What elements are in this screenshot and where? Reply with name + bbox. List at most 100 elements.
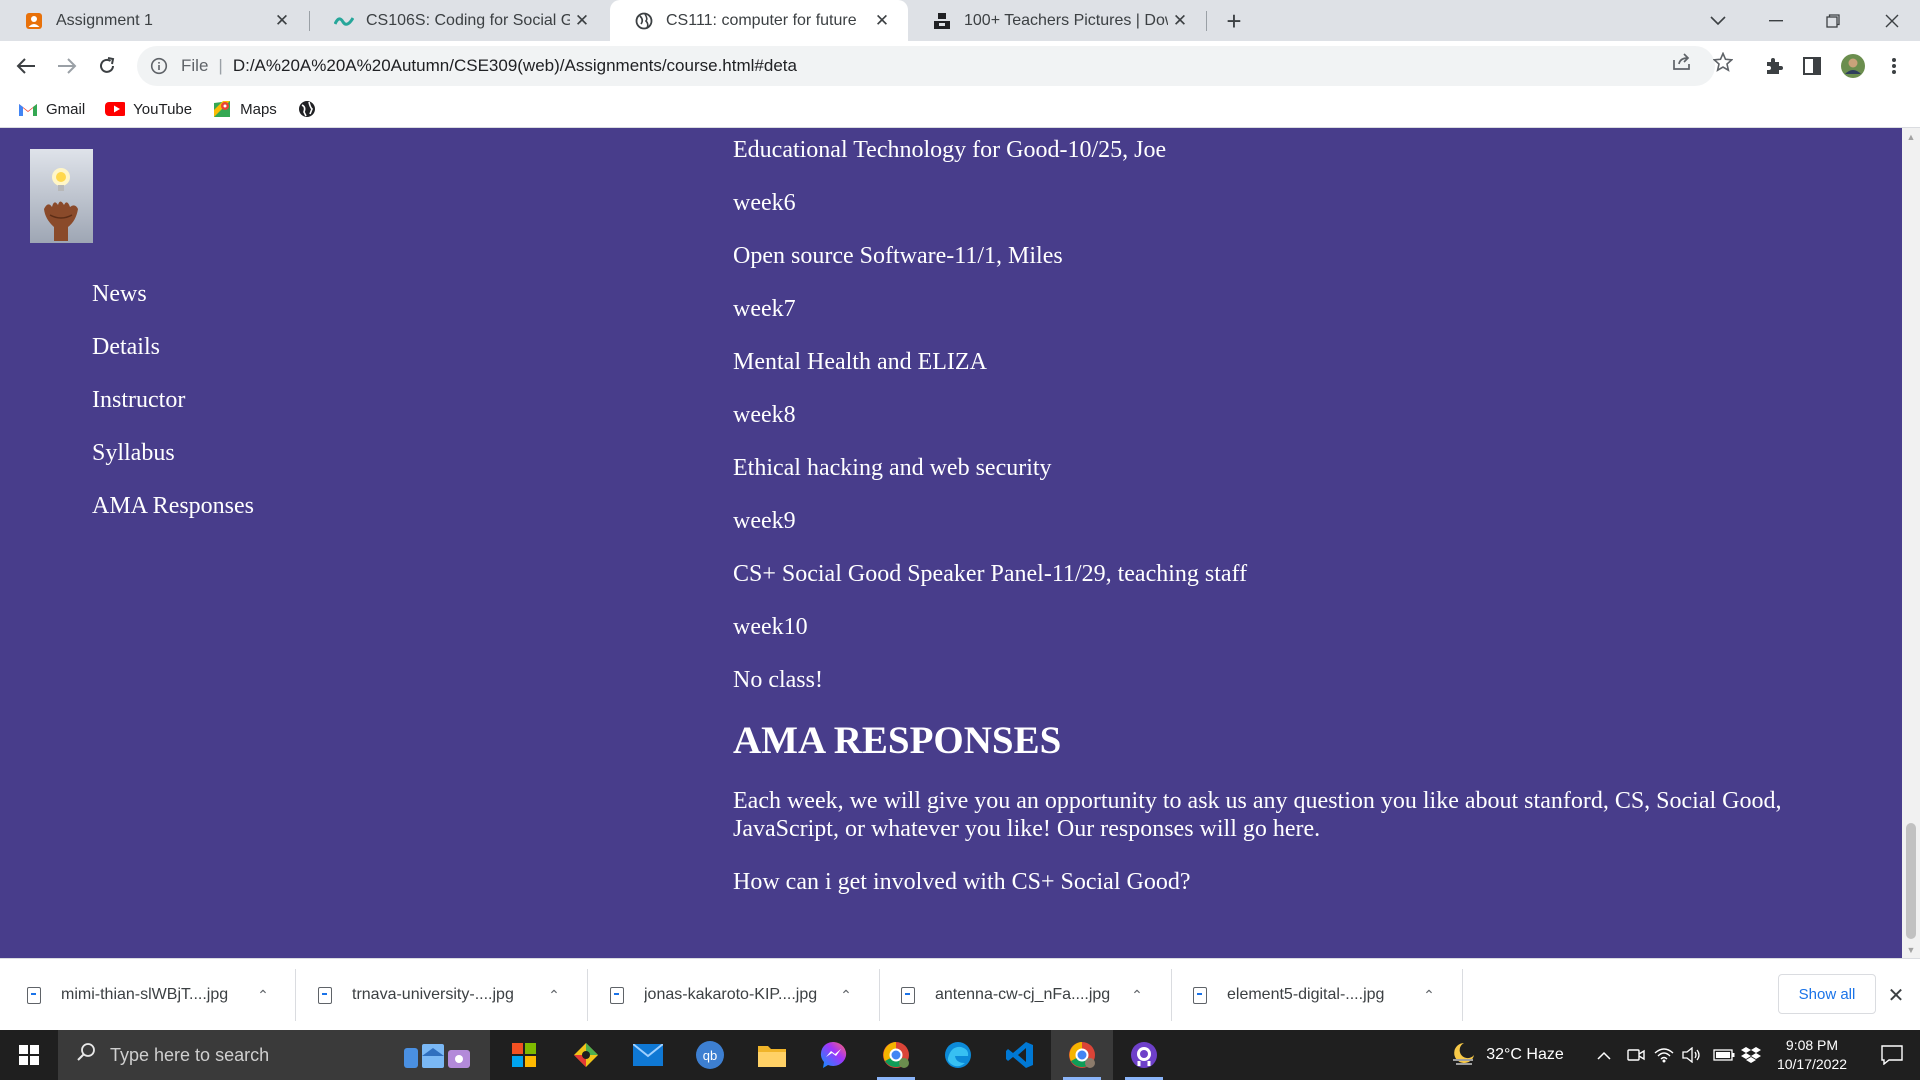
bookmarks-bar: Gmail YouTube Maps [0,91,1920,128]
dropbox-icon[interactable] [1738,1030,1764,1080]
svg-text:qb: qb [703,1048,717,1063]
close-icon[interactable]: ✕ [870,9,894,33]
download-filename: trnava-university-....jpg [352,986,514,1003]
kebab-menu-icon[interactable] [1881,53,1907,79]
download-divider [879,969,880,1021]
weather-widget[interactable]: 32°C Haze [1442,1030,1572,1080]
side-navigation: News Details Instructor Syllabus AMA Res… [92,280,254,545]
file-explorer-icon[interactable] [741,1030,803,1080]
vscode-icon[interactable] [989,1030,1051,1080]
download-item[interactable]: jonas-kakaroto-KIP....jpg ⌃ [610,959,858,1031]
chevron-up-icon[interactable]: ⌃ [251,987,275,1004]
download-item[interactable]: mimi-thian-slWBjT....jpg ⌃ [27,959,275,1031]
bookmark-maps[interactable]: Maps [212,99,277,119]
new-tab-button[interactable]: + [1220,6,1248,36]
scroll-up-arrow-icon[interactable]: ▲ [1902,128,1920,145]
chevron-up-icon[interactable]: ⌃ [1125,987,1149,1004]
side-panel-icon[interactable] [1799,53,1825,79]
browser-toolbar: File | D:/A%20A%20A%20Autumn/CSE309(web)… [0,41,1920,91]
speaker-icon[interactable] [1678,1030,1706,1080]
download-divider [587,969,588,1021]
taskbar-search-box[interactable]: Type here to search [58,1030,490,1080]
chevron-up-icon[interactable]: ⌃ [542,987,566,1004]
tab-cs106s[interactable]: CS106S: Coding for Social Good ✕ [310,0,608,41]
main-content: Educational Technology for Good-10/25, J… [733,136,1813,921]
system-clock[interactable]: 9:08 PM 10/17/2022 [1762,1036,1862,1074]
qbittorrent-icon[interactable]: qb [679,1030,741,1080]
reload-button[interactable] [91,50,123,82]
battery-icon[interactable] [1710,1030,1738,1080]
bookmark-globe[interactable] [297,99,325,119]
github-desktop-icon[interactable] [1113,1030,1175,1080]
bookmark-gmail[interactable]: Gmail [18,99,85,119]
nav-link-instructor[interactable]: Instructor [92,386,254,439]
meet-now-icon[interactable] [1622,1030,1650,1080]
chrome-profile-icon[interactable] [865,1030,927,1080]
tab-strip: Assignment 1 ✕ CS106S: Coding for Social… [0,0,1920,41]
tab-assignment-1[interactable]: Assignment 1 ✕ [0,0,308,41]
restore-button[interactable] [1807,0,1859,41]
tab-title: Assignment 1 [56,11,153,29]
notification-center-icon[interactable] [1864,1030,1920,1080]
back-button[interactable] [10,50,42,82]
download-item[interactable]: trnava-university-....jpg ⌃ [318,959,566,1031]
close-icon[interactable]: ✕ [1168,9,1192,33]
bookmark-youtube[interactable]: YouTube [105,99,192,119]
clock-time: 9:08 PM [1785,1037,1839,1053]
address-bar[interactable]: File | D:/A%20A%20A%20Autumn/CSE309(web)… [137,46,1715,86]
close-icon[interactable]: ✕ [1883,982,1909,1008]
tab-title: CS111: computer for future [666,11,857,29]
tab-title: CS106S: Coding for Social Good [366,11,570,29]
image-file-icon [901,986,915,1004]
bookmark-label: YouTube [133,100,193,118]
nav-link-news[interactable]: News [92,280,254,333]
nav-link-ama-responses[interactable]: AMA Responses [92,492,254,545]
bookmark-star-icon[interactable] [1711,50,1735,74]
close-window-button[interactable] [1866,0,1918,41]
scrollbar-thumb[interactable] [1906,823,1916,939]
wifi-icon[interactable] [1650,1030,1678,1080]
close-icon[interactable]: ✕ [570,9,594,33]
orange-app-icon [24,11,44,31]
git-icon[interactable] [555,1030,617,1080]
syllabus-week-label: week6 [733,190,796,216]
profile-avatar[interactable] [1840,53,1866,79]
microsoft-store-icon[interactable] [493,1030,555,1080]
unsplash-icon [932,11,952,31]
nav-link-details[interactable]: Details [92,333,254,386]
extensions-icon[interactable] [1761,53,1787,79]
globe-icon [297,99,317,119]
edge-icon[interactable] [927,1030,989,1080]
clock-date: 10/17/2022 [1776,1056,1848,1072]
minimize-button[interactable] [1750,0,1802,41]
forward-button[interactable] [51,50,83,82]
show-all-downloads-button[interactable]: Show all [1778,974,1876,1014]
chevron-up-icon[interactable]: ⌃ [834,987,858,1004]
windows-start-icon[interactable] [0,1030,58,1080]
bookmark-label: Maps [240,100,277,118]
tab-cs111[interactable]: CS111: computer for future ✕ [610,0,908,41]
chrome-icon[interactable] [1051,1030,1113,1080]
messenger-icon[interactable] [803,1030,865,1080]
page-scrollbar[interactable]: ▲ ▼ [1902,128,1920,958]
chevron-up-icon[interactable]: ⌃ [1417,987,1441,1004]
widgets-icon[interactable] [398,1038,478,1072]
download-divider [295,969,296,1021]
tab-teachers-pictures[interactable]: 100+ Teachers Pictures | Downlo ✕ [908,0,1206,41]
image-file-icon [27,986,41,1004]
nav-link-syllabus[interactable]: Syllabus [92,439,254,492]
info-icon[interactable] [149,56,169,76]
url-scheme: File [181,56,209,75]
share-icon[interactable] [1670,50,1694,74]
chevron-up-icon[interactable] [1590,1030,1618,1080]
mail-icon[interactable] [617,1030,679,1080]
syllabus-topic: Educational Technology for Good-10/25, J… [733,137,1167,163]
download-item[interactable]: element5-digital-....jpg ⌃ [1193,959,1441,1031]
url-text[interactable]: D:/A%20A%20A%20Autumn/CSE309(web)/Assign… [233,56,797,76]
download-shelf: mimi-thian-slWBjT....jpg ⌃ trnava-univer… [0,958,1920,1030]
syllabus-week-label: week10 [733,614,808,640]
tab-search-button[interactable] [1692,0,1744,41]
close-icon[interactable]: ✕ [270,9,294,33]
scroll-down-arrow-icon[interactable]: ▼ [1902,941,1920,958]
download-item[interactable]: antenna-cw-cj_nFa....jpg ⌃ [901,959,1149,1031]
